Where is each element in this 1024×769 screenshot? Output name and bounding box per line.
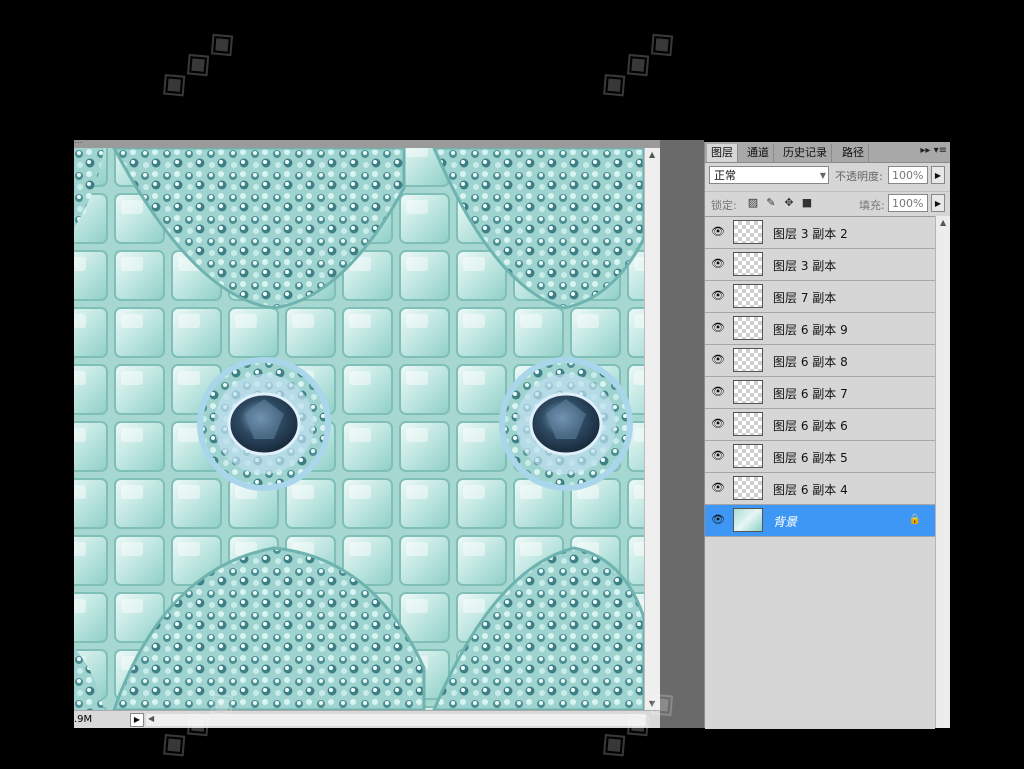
scroll-up-icon[interactable]: ▲ (940, 218, 946, 227)
lock-transparency-icon[interactable]: ▨ (747, 197, 759, 209)
layer-row[interactable]: 👁 图层 6 副本 9 (705, 313, 935, 345)
watermark-logo: ◈◈◈ (586, 15, 687, 109)
layer-thumbnail (733, 412, 763, 436)
eye-icon[interactable]: 👁 (711, 386, 725, 398)
opacity-field[interactable]: 100% (888, 166, 928, 184)
lock-all-icon[interactable]: ■ (801, 197, 813, 209)
layer-row[interactable]: 👁 图层 6 副本 4 (705, 473, 935, 505)
layer-thumbnail (733, 444, 763, 468)
tab-channels[interactable]: 通道 (743, 144, 774, 162)
status-menu-arrow-icon[interactable]: ▶ (130, 713, 144, 727)
artwork (74, 148, 644, 710)
document-tab-title: ... (74, 140, 83, 146)
layer-name: 图层 7 副本 (773, 291, 837, 305)
workspace-gutter (660, 140, 704, 728)
scroll-left-icon[interactable]: ◀ (148, 714, 154, 723)
panel-edge (950, 142, 954, 728)
blend-mode-select[interactable]: 正常 ▼ (709, 166, 829, 184)
layer-name: 背景 (773, 515, 798, 529)
lock-pixels-icon[interactable]: ✎ (765, 197, 777, 209)
gem-left (197, 357, 331, 491)
layer-row[interactable]: 👁 图层 3 副本 (705, 249, 935, 281)
scroll-up-icon[interactable]: ▲ (649, 150, 655, 159)
fill-slider-arrow-icon[interactable]: ▶ (931, 194, 945, 212)
eye-icon[interactable]: 👁 (711, 226, 725, 238)
tab-history[interactable]: 历史记录 (779, 144, 832, 162)
lock-icon: 🔒 (908, 514, 921, 525)
scroll-down-icon[interactable]: ▼ (649, 699, 655, 708)
layer-thumbnail (733, 380, 763, 404)
fill-label: 填充: (859, 199, 885, 212)
layer-name: 图层 6 副本 5 (773, 451, 848, 465)
panel-tabs: 图层 通道 历史记录 路径 ▸▸ ▾≡ (705, 142, 951, 163)
lock-row: 锁定: ▨ ✎ ✥ ■ 填充: 100% ▶ (705, 191, 951, 216)
eye-icon[interactable]: 👁 (711, 290, 725, 302)
eye-icon[interactable]: 👁 (711, 418, 725, 430)
eye-icon[interactable]: 👁 (711, 322, 725, 334)
document-size: .9M (74, 714, 93, 725)
layer-name: 图层 3 副本 (773, 259, 837, 273)
canvas[interactable] (74, 148, 644, 710)
layer-name: 图层 6 副本 9 (773, 323, 848, 337)
layer-row-background[interactable]: 👁 背景 🔒 (705, 505, 935, 537)
canvas-vertical-scrollbar[interactable]: ▲ ▼ (644, 148, 660, 710)
layer-thumbnail (733, 476, 763, 500)
gem-right (499, 357, 633, 491)
document-tab[interactable]: ... (74, 140, 660, 148)
eye-icon[interactable]: 👁 (711, 450, 725, 462)
eye-icon[interactable]: 👁 (711, 258, 725, 270)
layer-name: 图层 6 副本 7 (773, 387, 848, 401)
panel-menu-icon[interactable]: ▸▸ ▾≡ (920, 145, 947, 156)
layer-thumbnail (733, 252, 763, 276)
layer-row[interactable]: 👁 图层 7 副本 (705, 281, 935, 313)
layer-row[interactable]: 👁 图层 6 副本 6 (705, 409, 935, 441)
eye-icon[interactable]: 👁 (711, 482, 725, 494)
status-bar: .9M ▶ ◀ (74, 710, 660, 728)
blend-row: 正常 ▼ 不透明度: 100% ▶ (705, 164, 951, 190)
opacity-label: 不透明度: (835, 170, 883, 183)
blend-mode-value: 正常 (714, 169, 736, 182)
layer-thumbnail (733, 284, 763, 308)
eye-icon[interactable]: 👁 (711, 514, 725, 526)
layer-thumbnail (733, 348, 763, 372)
canvas-horizontal-scrollbar[interactable]: ◀ (146, 714, 646, 726)
layer-thumbnail (733, 316, 763, 340)
document-window: ... ▲ ▼ .9M ▶ ◀ (74, 140, 660, 728)
tab-layers[interactable]: 图层 (707, 144, 738, 162)
opacity-slider-arrow-icon[interactable]: ▶ (931, 166, 945, 184)
layer-name: 图层 6 副本 8 (773, 355, 848, 369)
lock-position-icon[interactable]: ✥ (783, 197, 795, 209)
layer-row[interactable]: 👁 图层 6 副本 5 (705, 441, 935, 473)
layer-thumbnail (733, 220, 763, 244)
tab-paths[interactable]: 路径 (838, 144, 869, 162)
chevron-down-icon: ▼ (819, 171, 826, 180)
layers-list: 👁 图层 3 副本 2 👁 图层 3 副本 👁 图层 7 副本 👁 图层 6 副… (705, 216, 935, 729)
fill-field[interactable]: 100% (888, 194, 928, 212)
lock-label: 锁定: (711, 199, 737, 212)
watermark-logo: ◈◈◈ (146, 15, 247, 109)
layer-row[interactable]: 👁 图层 3 副本 2 (705, 217, 935, 249)
layer-row[interactable]: 👁 图层 6 副本 7 (705, 377, 935, 409)
layers-panel: 图层 通道 历史记录 路径 ▸▸ ▾≡ 正常 ▼ 不透明度: 100% ▶ 锁定… (704, 142, 952, 729)
layer-row[interactable]: 👁 图层 6 副本 8 (705, 345, 935, 377)
layer-name: 图层 6 副本 4 (773, 483, 848, 497)
layer-name: 图层 6 副本 6 (773, 419, 848, 433)
layer-thumbnail (733, 508, 763, 532)
layer-name: 图层 3 副本 2 (773, 227, 848, 241)
eye-icon[interactable]: 👁 (711, 354, 725, 366)
